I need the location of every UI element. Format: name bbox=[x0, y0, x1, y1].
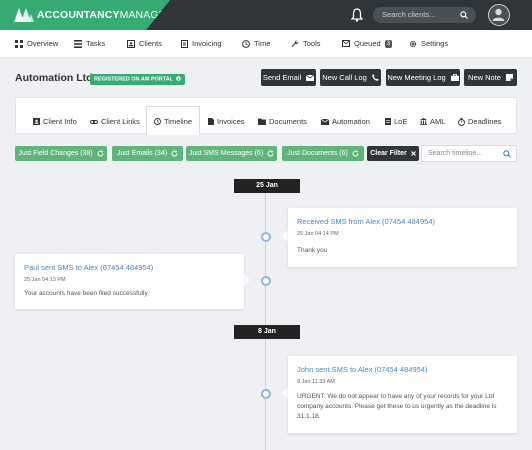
new-meeting-log-button[interactable]: New Meeting Log bbox=[386, 69, 460, 86]
refresh-icon bbox=[171, 150, 178, 157]
tab-loe[interactable]: LoE bbox=[385, 117, 407, 126]
entry-pointer bbox=[244, 274, 250, 286]
timeline-date-label: 8 Jan bbox=[234, 325, 300, 339]
timeline-entry[interactable]: Paul sent SMS to Alex (07454 484954) 25 … bbox=[15, 254, 244, 309]
entry-timestamp: 8 Jan 11:33 AM bbox=[297, 379, 335, 385]
tab-invoices[interactable]: Invoices bbox=[208, 117, 245, 126]
entry-timestamp: 25 Jan 04:13 PM bbox=[24, 277, 66, 283]
nav-overview[interactable]: Overview bbox=[15, 39, 58, 48]
brand-area[interactable]: ACCOUNTANCYMANAGER bbox=[0, 0, 170, 30]
filter-field-changes-button[interactable]: Just Field Changes (38) bbox=[15, 146, 107, 161]
client-tabs: Client Info Client Links Timeline Invoic… bbox=[15, 97, 517, 135]
nav-settings[interactable]: Settings bbox=[409, 39, 448, 48]
client-name: Automation Ltd bbox=[15, 72, 93, 84]
contact-card-icon bbox=[127, 39, 135, 48]
phone-icon bbox=[371, 74, 379, 81]
nav-time[interactable]: Time bbox=[242, 39, 270, 48]
envelope-icon bbox=[306, 74, 315, 81]
refresh-icon bbox=[267, 150, 274, 157]
folder-icon bbox=[258, 118, 266, 125]
list-icon bbox=[74, 39, 82, 48]
timeline-dot bbox=[261, 276, 271, 286]
timeline-dot bbox=[261, 389, 271, 399]
tab-client-info[interactable]: Client Info bbox=[33, 117, 77, 126]
user-avatar[interactable] bbox=[488, 4, 510, 26]
bell-icon[interactable] bbox=[351, 8, 363, 22]
nav-clients[interactable]: Clients bbox=[127, 39, 162, 48]
logo-icon bbox=[14, 8, 34, 22]
entry-body: URGENT: We do not appear to have any of … bbox=[297, 393, 497, 420]
filter-emails-button[interactable]: Just Emails (34) bbox=[112, 146, 183, 161]
entry-body: Thank you bbox=[297, 247, 328, 254]
close-icon bbox=[410, 151, 416, 156]
timeline-entry[interactable]: Received SMS from Alex (07454 484954) 25… bbox=[288, 208, 517, 267]
timeline-dot bbox=[261, 232, 271, 242]
bank-icon bbox=[420, 118, 427, 125]
portal-status-badge: REGISTERED ON AM PORTAL bbox=[90, 74, 185, 85]
id-card-icon bbox=[33, 118, 40, 125]
nav-tasks[interactable]: Tasks bbox=[74, 39, 105, 48]
entry-title[interactable]: Paul sent SMS to Alex (07454 484954) bbox=[24, 263, 153, 272]
main-nav: Overview Tasks Clients Invoicing Time To… bbox=[0, 30, 532, 58]
timeline-search-input[interactable]: Search timeline... bbox=[421, 145, 517, 162]
tab-automation[interactable]: Automation bbox=[321, 117, 370, 126]
invoice-icon bbox=[181, 39, 188, 48]
tab-aml[interactable]: AML bbox=[420, 117, 445, 126]
file-icon bbox=[385, 118, 391, 125]
wrench-icon bbox=[291, 39, 299, 47]
timeline-date-label: 25 Jan bbox=[234, 179, 300, 193]
tab-documents[interactable]: Documents bbox=[258, 117, 307, 126]
entry-body: Your accounts have been filed successful… bbox=[24, 290, 150, 297]
new-call-log-button[interactable]: New Call Log bbox=[320, 69, 381, 86]
top-bar: ACCOUNTANCYMANAGER Search clients... bbox=[0, 0, 532, 30]
clear-filter-button[interactable]: Clear Filter bbox=[367, 146, 419, 161]
gear-icon bbox=[409, 40, 417, 47]
stopwatch-icon bbox=[458, 117, 465, 126]
refresh-icon bbox=[97, 150, 104, 157]
search-icon[interactable] bbox=[503, 150, 511, 158]
entry-title[interactable]: Received SMS from Alex (07454 484954) bbox=[297, 217, 435, 226]
briefcase-icon bbox=[450, 74, 459, 81]
entry-title[interactable]: John sent SMS to Alex (07454 484954) bbox=[297, 365, 428, 374]
refresh-icon bbox=[352, 150, 359, 157]
search-icon[interactable] bbox=[460, 11, 468, 19]
note-icon bbox=[505, 74, 513, 81]
nav-invoicing[interactable]: Invoicing bbox=[181, 39, 222, 48]
entry-timestamp: 25 Jan 04:14 PM bbox=[297, 231, 339, 237]
tab-timeline[interactable]: Timeline bbox=[146, 106, 201, 135]
nav-tools[interactable]: Tools bbox=[291, 39, 321, 48]
grid-icon bbox=[15, 39, 23, 48]
info-icon bbox=[175, 76, 181, 81]
brand-name: ACCOUNTANCYMANAGER bbox=[37, 9, 174, 21]
send-email-button[interactable]: Send Email bbox=[261, 69, 316, 86]
tab-client-links[interactable]: Client Links bbox=[90, 117, 140, 126]
new-note-button[interactable]: New Note bbox=[464, 69, 517, 86]
mail-icon bbox=[342, 40, 350, 47]
queued-count-badge: 3 bbox=[384, 39, 393, 48]
user-silhouette-icon bbox=[492, 8, 505, 21]
filter-sms-button[interactable]: Just SMS Messages (6) bbox=[186, 146, 277, 161]
tab-deadlines[interactable]: Deadlines bbox=[458, 117, 501, 126]
clock-icon bbox=[242, 39, 250, 48]
filter-documents-button[interactable]: Just Documents (6) bbox=[282, 146, 364, 161]
timeline-axis bbox=[265, 190, 266, 450]
client-search-input[interactable]: Search clients... bbox=[373, 7, 476, 23]
timeline-entry[interactable]: John sent SMS to Alex (07454 484954) 8 J… bbox=[288, 356, 517, 433]
nav-queued[interactable]: Queued 3 bbox=[342, 39, 393, 48]
link-icon bbox=[90, 119, 98, 124]
document-icon bbox=[208, 118, 214, 125]
mail-icon bbox=[321, 118, 329, 125]
clock-icon bbox=[154, 117, 161, 125]
